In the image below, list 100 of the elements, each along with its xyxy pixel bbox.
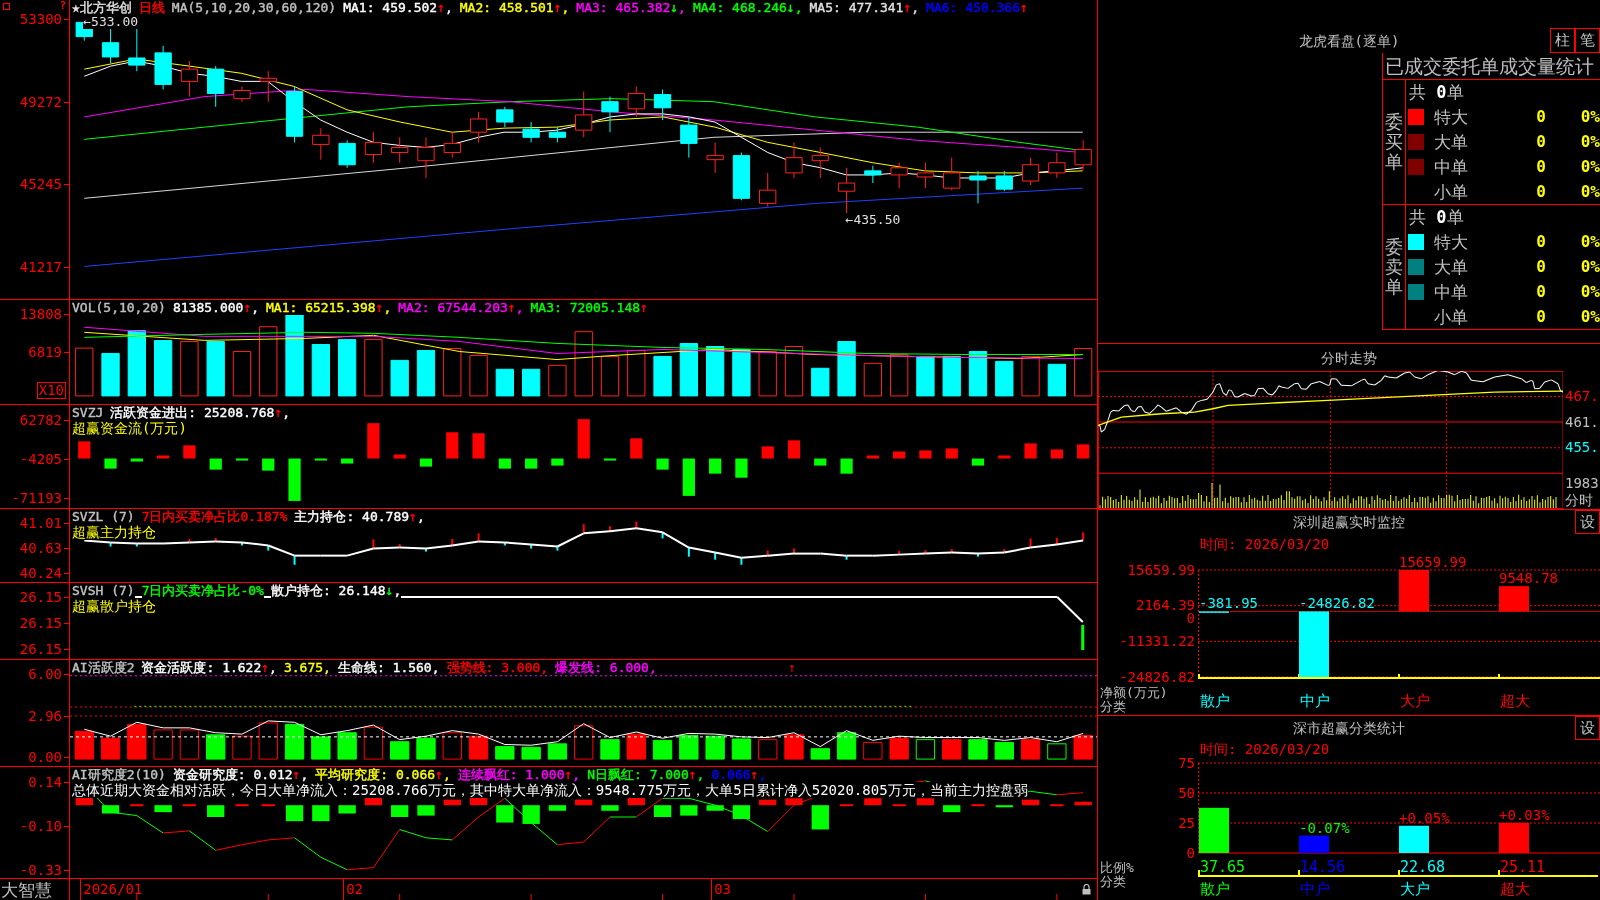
legend-text: 散户持仓: 26.148↓, xyxy=(270,583,402,598)
axis-label: 41.01 xyxy=(19,515,69,531)
order-share: 0% xyxy=(1579,106,1600,127)
axis-label: 2.96 xyxy=(28,707,69,724)
axis-label: 62782 xyxy=(19,412,69,428)
unit-label: 比例% xyxy=(1100,861,1134,875)
settings-button[interactable]: 设 xyxy=(1575,510,1600,534)
axis-label: 45245 xyxy=(19,176,69,193)
time-label: 时间: 2026/03/20 xyxy=(1200,535,1330,554)
axis-label: 40.63 xyxy=(19,540,69,556)
axis-tick-label: -24826.82 xyxy=(1119,670,1195,684)
bar-value-label: 15659.99 xyxy=(1399,555,1467,569)
order-share: 0% xyxy=(1579,181,1600,202)
axis-tick-label: 25 xyxy=(1178,816,1195,830)
legend-text: SVZL (7) xyxy=(72,509,135,524)
axis-label: -4205 xyxy=(19,451,69,467)
axis-tick-label: 50 xyxy=(1178,786,1195,800)
price-scale-label: 467. xyxy=(1565,387,1599,406)
order-count: 0 xyxy=(1535,106,1546,127)
volume-scale-label: 1983 xyxy=(1565,474,1599,492)
indicator-title: 超赢主力持仓 xyxy=(72,524,156,540)
date-label: 02 xyxy=(343,879,363,900)
group-label: 委买单 xyxy=(1385,112,1403,172)
axis-label: 49272 xyxy=(19,93,69,110)
order-count: 0 xyxy=(1535,306,1546,327)
order-count: 0 xyxy=(1535,131,1546,152)
indicator-title: 超赢散户持仓 xyxy=(72,598,156,614)
axis-label: 0.00 xyxy=(28,749,69,765)
axis-tick-label: 0 xyxy=(1186,846,1195,860)
order-share: 0% xyxy=(1579,131,1600,152)
axis-label: -0.10 xyxy=(19,818,69,834)
order-type: 大单 xyxy=(1434,131,1469,152)
legend-text: 7日内买卖净占比-0% xyxy=(141,583,264,598)
bar-value-label: 37.65 xyxy=(1199,858,1247,875)
panel-title: 龙虎看盘(逐单) xyxy=(1298,31,1400,50)
order-count: 0 xyxy=(1535,281,1546,302)
change-label: -0.07% xyxy=(1299,820,1350,835)
legend-text: SVSH (7) xyxy=(72,583,135,598)
axis-label: -0.33 xyxy=(19,862,69,878)
axis-tick-label: 2164.39 xyxy=(1136,599,1195,613)
axis-label: 53300 xyxy=(19,11,69,27)
volume-scale-label: 分时 xyxy=(1565,491,1593,509)
category-label: 散户 xyxy=(1200,879,1230,898)
order-count: 0 xyxy=(1535,156,1546,177)
bar-value-label: 25.11 xyxy=(1499,858,1547,875)
axis-label: 13808 xyxy=(19,306,69,322)
axis-label: 26.15 xyxy=(19,589,69,605)
legend-text: 7日内买卖净占比0.187% xyxy=(141,509,288,524)
view-toggle-button[interactable]: 笔 xyxy=(1575,28,1600,53)
axis-label: 41217 xyxy=(19,258,69,275)
axis-label: 0.14 xyxy=(28,774,69,790)
order-share: 0% xyxy=(1579,306,1600,327)
settings-button[interactable]: 设 xyxy=(1575,716,1600,740)
axis-label: 6.00 xyxy=(28,666,69,682)
date-label: 03 xyxy=(711,879,731,900)
order-share: 0% xyxy=(1579,231,1600,252)
view-toggle-button[interactable]: 柱 xyxy=(1550,28,1575,53)
category-label: 中户 xyxy=(1300,879,1330,898)
bar-value-label: -24826.82 xyxy=(1299,596,1375,611)
axis-label: 26.15 xyxy=(19,615,69,631)
order-share: 0% xyxy=(1579,281,1600,302)
bar-value-label: 22.68 xyxy=(1399,858,1447,875)
bar-value-label: 14.56 xyxy=(1299,858,1347,875)
axis-label: -71193 xyxy=(11,490,69,506)
order-type: 大单 xyxy=(1434,256,1469,277)
category-label: 大户 xyxy=(1400,691,1430,710)
category-label: 超大 xyxy=(1500,879,1530,898)
axis-tick-label: 15659.99 xyxy=(1127,563,1195,577)
order-total: 共 0单 xyxy=(1408,206,1464,229)
lock-icon xyxy=(1082,884,1091,895)
change-label: +0.05% xyxy=(1399,810,1450,825)
order-total: 共 0单 xyxy=(1408,81,1464,104)
panel-title: 分时走势 xyxy=(1321,348,1377,367)
order-count: 0 xyxy=(1535,256,1546,277)
change-label: +0.03% xyxy=(1499,807,1550,822)
axis-label: 6819 xyxy=(28,344,69,360)
bar-value-label: -381.95 xyxy=(1199,596,1258,611)
price-scale-label: 455. xyxy=(1565,438,1599,457)
order-count: 0 xyxy=(1535,181,1546,202)
category-label: 超大 xyxy=(1500,691,1530,710)
axis-tick-label: -11331.22 xyxy=(1119,634,1195,648)
axis-label: 26.15 xyxy=(19,641,69,657)
date-label: 2026/01 xyxy=(80,879,143,900)
panel-title: 深圳超赢实时监控 xyxy=(1293,513,1405,531)
order-type: 特大 xyxy=(1434,106,1469,127)
unit-label: 净额(万元) xyxy=(1100,686,1168,700)
axis-tick-label: 0 xyxy=(1186,612,1195,626)
brand-label: 大智慧 xyxy=(0,879,52,900)
price-scale-label: 461. xyxy=(1565,412,1599,432)
order-type: 小单 xyxy=(1434,181,1469,202)
axis-label: 40.24 xyxy=(19,565,69,581)
order-type: 中单 xyxy=(1434,156,1469,177)
scale-button[interactable]: X10 xyxy=(36,382,66,399)
legend-text: 主力持仓: 40.789↑, xyxy=(294,509,425,524)
order-share: 0% xyxy=(1579,256,1600,277)
order-count: 0 xyxy=(1535,231,1546,252)
group-label: 委卖单 xyxy=(1385,237,1403,297)
unit-label: 分类 xyxy=(1100,875,1126,889)
panel-title: 深市超赢分类统计 xyxy=(1293,719,1405,737)
axis-marker: ? xyxy=(59,0,66,11)
